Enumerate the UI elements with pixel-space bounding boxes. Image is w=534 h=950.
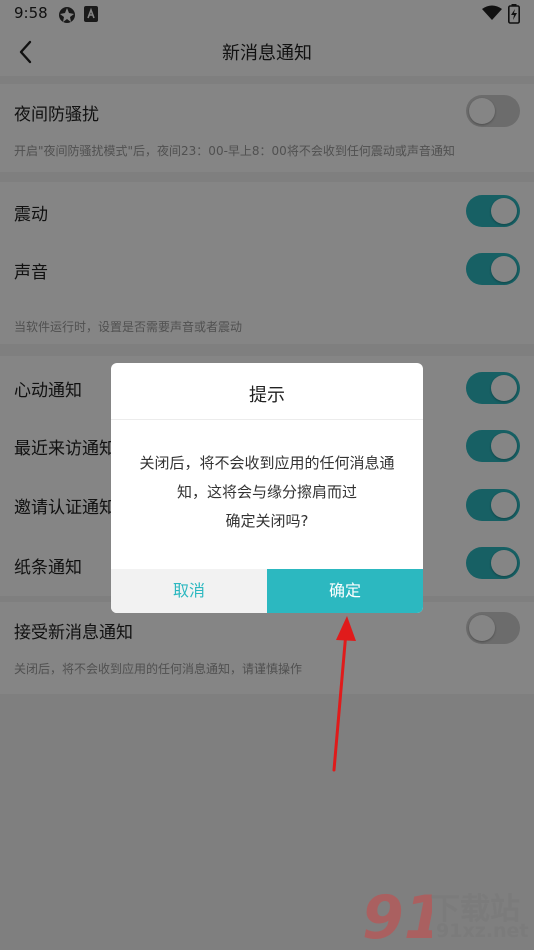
cancel-button[interactable]: 取消 xyxy=(111,569,267,613)
dialog-divider xyxy=(111,419,423,420)
dialog-message-line: 确定关闭吗? xyxy=(225,512,309,530)
watermark-logo-icon: 91 xyxy=(362,883,432,946)
confirm-dialog: 提示 关闭后，将不会收到应用的任何消息通 知，这将会与缘分擦肩而过 确定关闭吗?… xyxy=(111,363,423,613)
annotation-arrow-icon xyxy=(332,616,356,772)
watermark: 91 下载站 91xz.net xyxy=(360,880,530,946)
confirm-button[interactable]: 确定 xyxy=(267,569,423,613)
dialog-message: 关闭后，将不会收到应用的任何消息通 知，这将会与缘分擦肩而过 确定关闭吗? xyxy=(131,449,403,536)
watermark-site-url: 91xz.net xyxy=(436,920,529,942)
svg-text:91: 91 xyxy=(362,883,432,946)
dialog-message-line: 知，这将会与缘分擦肩而过 xyxy=(176,483,357,501)
dialog-title: 提示 xyxy=(249,385,285,406)
dialog-message-line: 关闭后，将不会收到应用的任何消息通 xyxy=(139,454,395,472)
